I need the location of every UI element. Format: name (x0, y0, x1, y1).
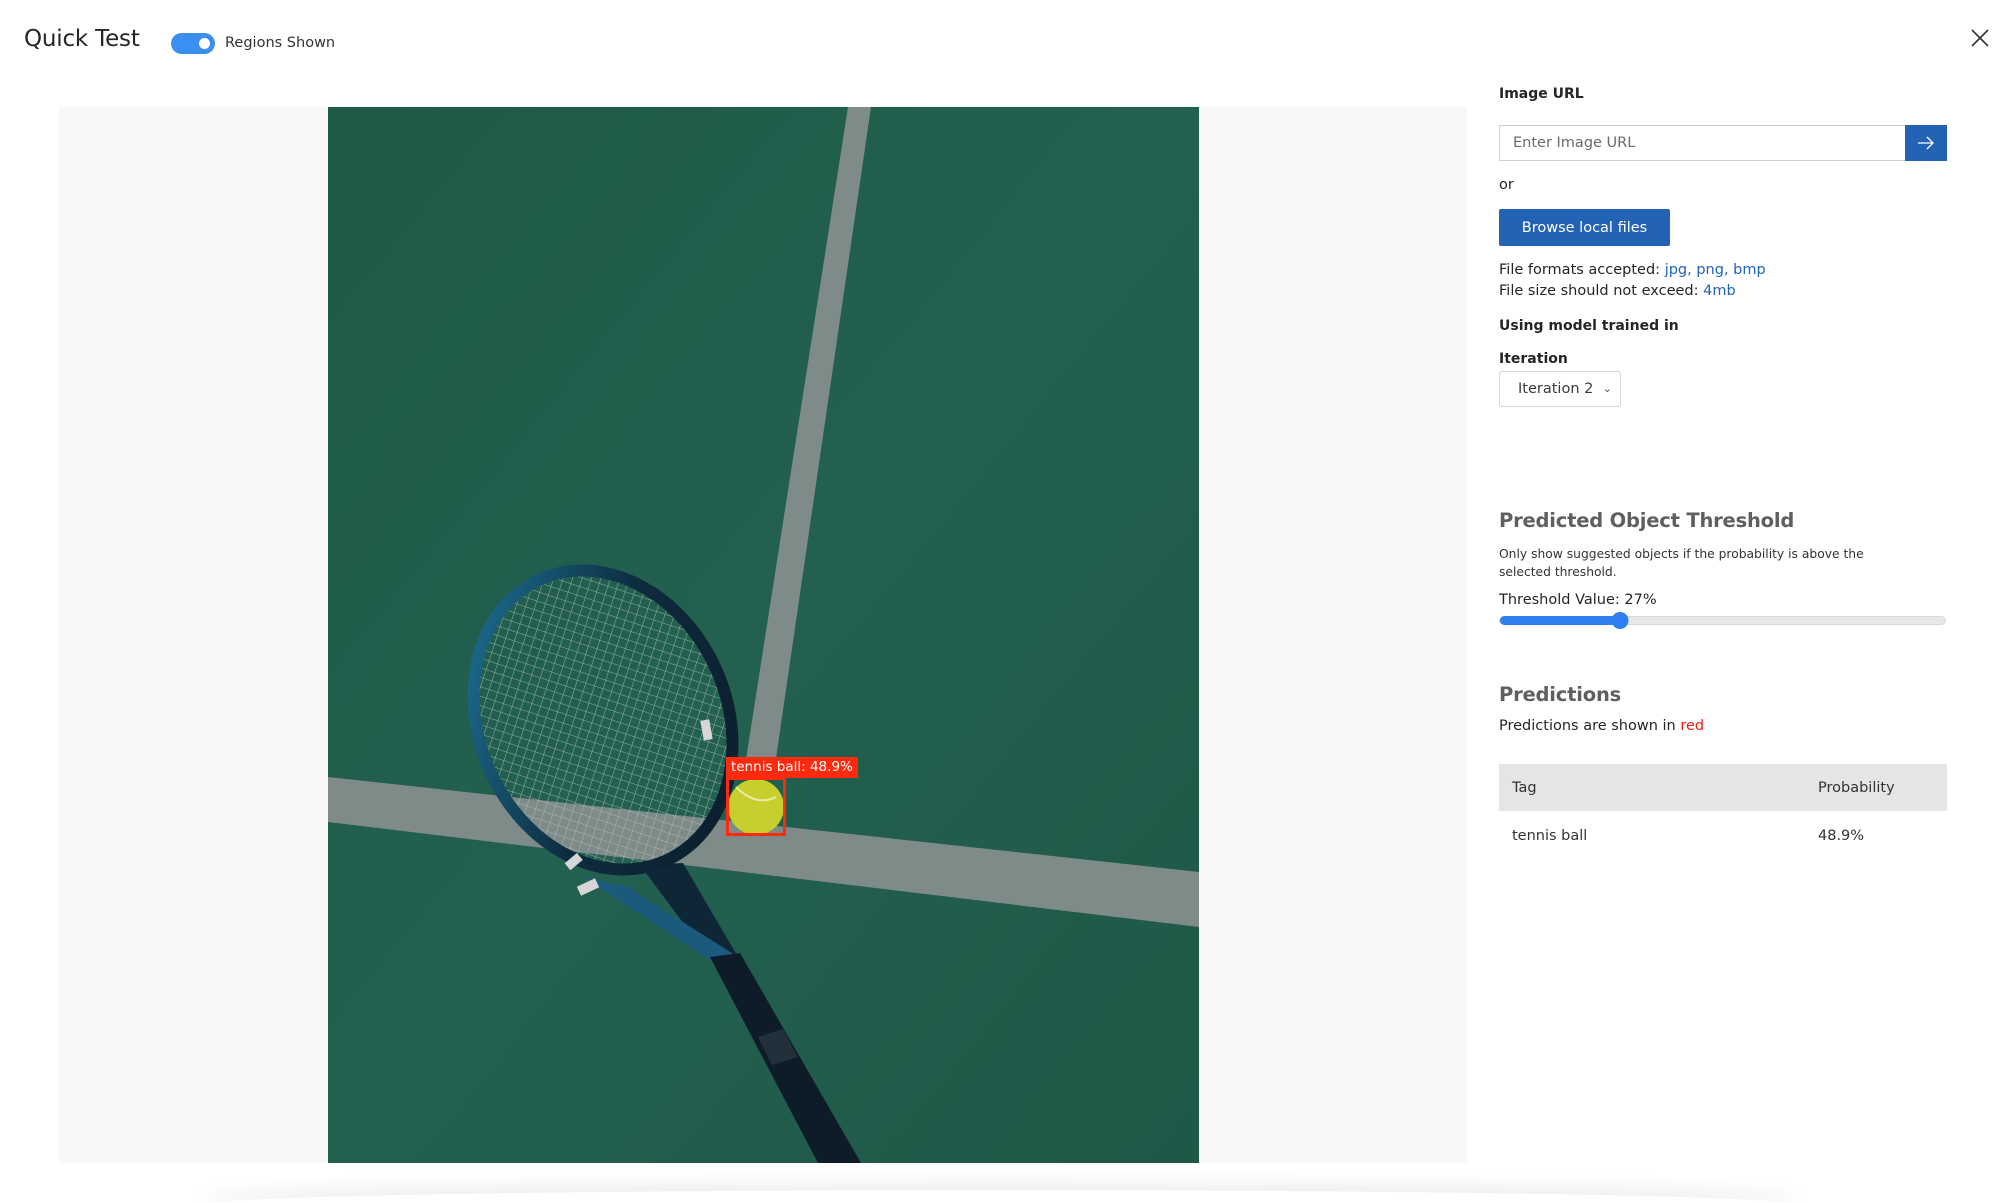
iteration-label: Iteration (1499, 351, 1568, 367)
file-formats-info: File formats accepted: jpg, png, bmp (1499, 262, 1766, 278)
arrow-right-icon (1918, 136, 1934, 150)
prediction-label: tennis ball: 48.9% (726, 757, 858, 778)
regions-shown-toggle[interactable] (171, 33, 215, 54)
browse-local-files-button[interactable]: Browse local files (1499, 209, 1670, 246)
model-heading: Using model trained in (1499, 318, 1679, 334)
prediction-bounding-box[interactable] (726, 777, 786, 836)
predictions-heading: Predictions (1499, 683, 1622, 706)
file-size-value: 4mb (1703, 283, 1736, 299)
iteration-dropdown[interactable]: Iteration 2 ⌄ (1499, 371, 1621, 407)
file-formats-prefix: File formats accepted: (1499, 262, 1665, 278)
threshold-heading: Predicted Object Threshold (1499, 509, 1795, 532)
submit-url-button[interactable] (1905, 125, 1947, 161)
predictions-table: Tag Probability tennis ball 48.9% (1499, 764, 1947, 861)
close-button[interactable] (1968, 26, 1992, 50)
threshold-slider-handle[interactable] (1611, 612, 1629, 629)
predictions-color-word: red (1680, 718, 1705, 734)
test-image (328, 107, 1199, 1163)
threshold-description: Only show suggested objects if the proba… (1499, 547, 1864, 579)
regions-shown-label: Regions Shown (225, 35, 336, 51)
file-formats-value: jpg, png, bmp (1664, 262, 1766, 278)
table-row[interactable]: tennis ball 48.9% (1499, 811, 1947, 861)
close-icon (1971, 29, 1989, 47)
image-url-input[interactable] (1499, 125, 1906, 161)
dialog-bottom-shadow (200, 1190, 1800, 1203)
threshold-slider-fill (1500, 616, 1620, 625)
image-url-label: Image URL (1499, 86, 1584, 102)
predictions-subtitle: Predictions are shown in red (1499, 718, 1704, 734)
toggle-knob (199, 38, 210, 49)
tennis-court-photo (328, 107, 1199, 1163)
page-title: Quick Test (24, 26, 140, 52)
or-divider-text: or (1499, 177, 1514, 193)
file-size-prefix: File size should not exceed: (1499, 283, 1704, 299)
iteration-selected: Iteration 2 (1518, 381, 1594, 397)
threshold-value-label: Threshold Value: 27% (1499, 592, 1657, 608)
threshold-slider[interactable] (1499, 612, 1946, 629)
table-header: Tag Probability (1499, 764, 1947, 811)
predictions-subtitle-prefix: Predictions are shown in (1499, 718, 1681, 734)
cell-tag: tennis ball (1512, 828, 1588, 844)
cell-probability: 48.9% (1818, 828, 1865, 844)
chevron-down-icon: ⌄ (1602, 382, 1612, 395)
column-header-tag: Tag (1512, 779, 1537, 796)
column-header-probability: Probability (1818, 779, 1895, 796)
file-size-info: File size should not exceed: 4mb (1499, 283, 1736, 299)
